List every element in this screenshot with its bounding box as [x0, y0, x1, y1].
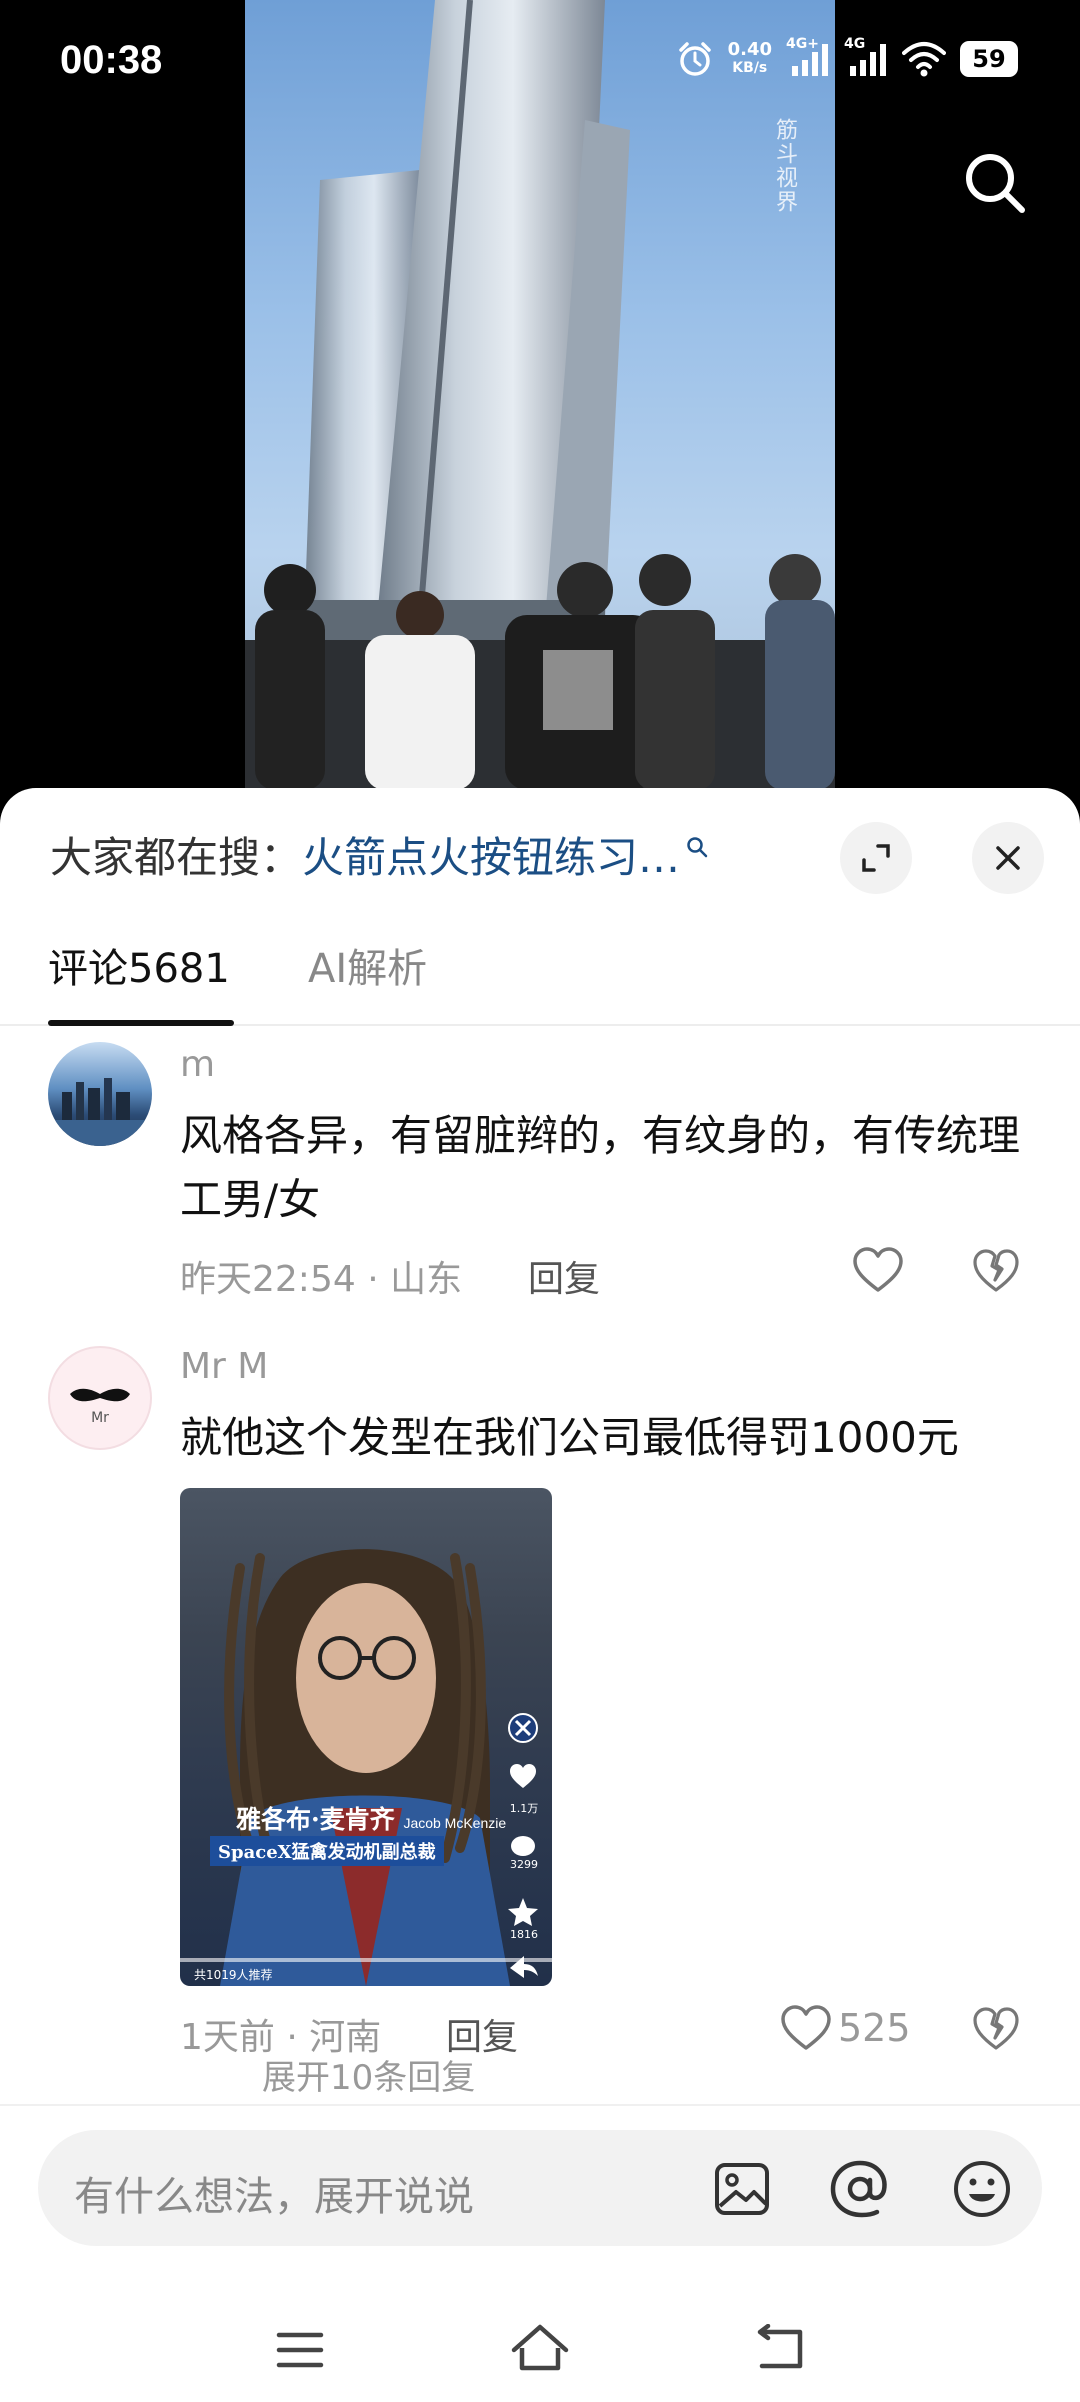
- emoji-icon[interactable]: [952, 2160, 1012, 2218]
- mention-icon[interactable]: [830, 2160, 890, 2218]
- battery-indicator: 59: [960, 41, 1018, 77]
- expand-panel-button[interactable]: [840, 822, 912, 894]
- image-name-cn: 雅各布·麦肯齐: [236, 1805, 395, 1834]
- image-like-count: 1.1万: [509, 1802, 539, 1815]
- comment-meta: 昨天22:54 · 山东: [180, 1259, 463, 1300]
- avatar[interactable]: Mr: [48, 1346, 152, 1450]
- comment-panel: 大家都在搜： 火箭点火按钮练习… 评论5681 AI解析 m 风格各异，有留脏辫…: [0, 788, 1080, 2402]
- tab-ai-analysis[interactable]: AI解析: [308, 936, 427, 994]
- close-icon: [996, 846, 1020, 870]
- image-recommend: 共1019人推荐: [194, 1968, 273, 1982]
- dislike-icon[interactable]: [972, 1248, 1020, 1294]
- comment-time: 1天前: [180, 2017, 275, 2058]
- image-name-en: Jacob McKenzie: [403, 1815, 507, 1831]
- status-bar: 00:38 0.40 KB/s 4G+ 4G 59: [0, 0, 1080, 130]
- like-icon[interactable]: [852, 1246, 904, 1294]
- comment-username[interactable]: m: [180, 1044, 215, 1085]
- avatar-text: Mr: [91, 1410, 109, 1426]
- menu-icon[interactable]: [276, 2330, 324, 2370]
- avatar[interactable]: [48, 1042, 152, 1146]
- status-icons: 0.40 KB/s 4G+ 4G 59: [676, 36, 1018, 78]
- search-button[interactable]: [962, 150, 1028, 216]
- comment-location: 山东: [390, 1259, 463, 1300]
- comment-username[interactable]: Mr M: [180, 1346, 268, 1387]
- like-icon[interactable]: [780, 2004, 832, 2052]
- mustache-icon: [70, 1388, 130, 1402]
- city-avatar-image: [48, 1078, 152, 1146]
- small-search-icon: [687, 836, 708, 857]
- close-panel-button[interactable]: [972, 822, 1044, 894]
- comment-input-placeholder: 有什么想法，展开说说: [74, 2174, 474, 2220]
- image-person-name: 雅各布·麦肯齐 Jacob McKenzie: [236, 1800, 506, 1836]
- trending-search[interactable]: 大家都在搜： 火箭点火按钮练习…: [50, 824, 708, 885]
- network-speed-unit: KB/s: [732, 60, 768, 76]
- reply-button[interactable]: 回复: [528, 1250, 600, 1302]
- tab-comments[interactable]: 评论5681: [48, 936, 230, 994]
- comment-text: 风格各异，有留脏辫的，有纹身的，有传统理工男/女: [180, 1111, 1021, 1224]
- image-comment-count: 3299: [510, 1858, 538, 1871]
- signal-icon-2: 4G: [844, 36, 888, 78]
- image-fav-count: 1816: [510, 1928, 538, 1941]
- signal-icon-1: 4G+: [786, 36, 830, 78]
- comment-composer: 有什么想法，展开说说: [0, 2104, 1080, 2402]
- comment-image-graphic: [180, 1549, 552, 1986]
- back-icon[interactable]: [754, 2324, 804, 2372]
- dislike-icon[interactable]: [972, 2006, 1020, 2052]
- status-time: 00:38: [60, 38, 163, 82]
- network-speed: 0.40 KB/s: [728, 40, 772, 78]
- trending-query-link[interactable]: 火箭点火按钮练习…: [302, 824, 680, 885]
- active-tab-indicator: [48, 1020, 234, 1026]
- system-nav-bar: [0, 2298, 1080, 2402]
- expand-replies-button[interactable]: 展开10条回复: [262, 2050, 475, 2099]
- like-count: 525: [838, 2006, 911, 2050]
- image-picker-icon[interactable]: [714, 2162, 770, 2216]
- home-icon[interactable]: [510, 2322, 570, 2374]
- expand-icon: [862, 844, 890, 872]
- trending-prefix: 大家都在搜：: [50, 833, 303, 882]
- wifi-icon: [902, 42, 946, 77]
- alarm-icon: [678, 42, 711, 76]
- comment-time: 昨天22:54: [180, 1259, 356, 1300]
- video-watermark: 筋斗视界: [772, 118, 797, 214]
- image-person-title: SpaceX猛禽发动机副总裁: [210, 1836, 444, 1866]
- network-speed-value: 0.40: [727, 39, 772, 60]
- comment-text: 就他这个发型在我们公司最低得罚1000元: [180, 1413, 959, 1462]
- comment-tabs: 评论5681 AI解析: [0, 936, 1080, 1026]
- comment-image[interactable]: 雅各布·麦肯齐 Jacob McKenzie SpaceX猛禽发动机副总裁 1.…: [180, 1488, 552, 1986]
- comment-input[interactable]: 有什么想法，展开说说: [38, 2130, 1042, 2246]
- search-icon: [966, 154, 1025, 213]
